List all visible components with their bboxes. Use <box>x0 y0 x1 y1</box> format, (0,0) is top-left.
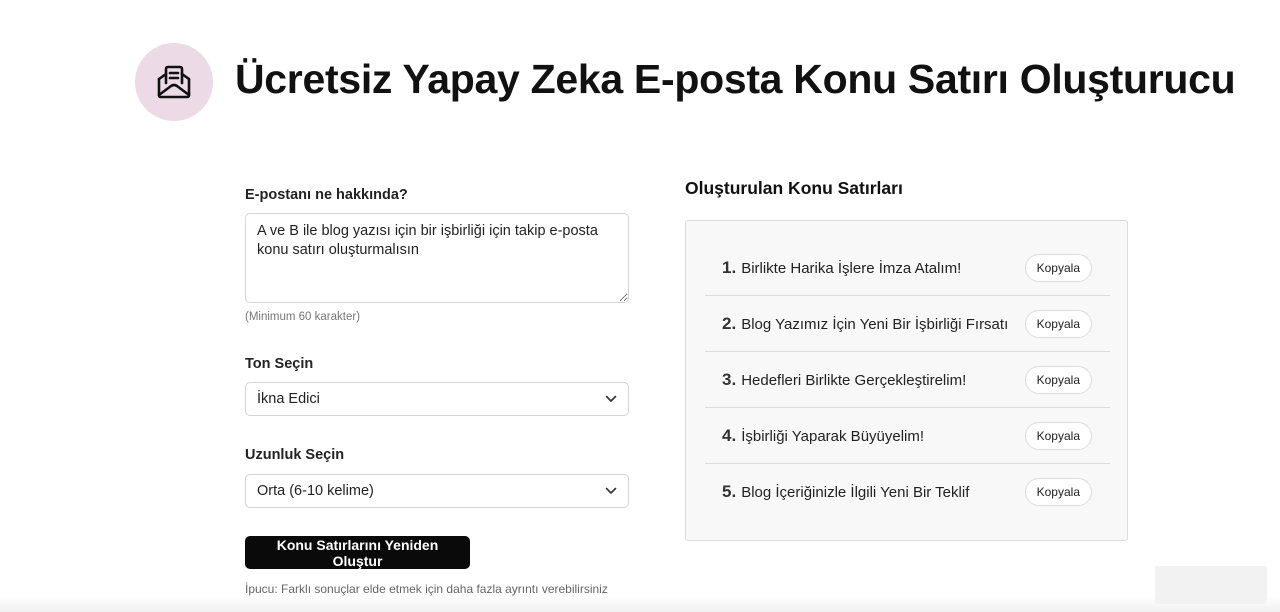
result-subject-line: Hedefleri Birlikte Gerçekleştirelim! <box>741 371 967 389</box>
length-label: Uzunluk Seçin <box>245 447 345 463</box>
results-title: Oluşturulan Konu Satırları <box>685 178 903 198</box>
result-number: 3. <box>722 369 737 389</box>
result-subject-line: Birlikte Harika İşlere İmza Atalım! <box>741 259 962 277</box>
corner-overlay <box>1155 566 1267 604</box>
copy-button[interactable]: Kopyala <box>1024 421 1092 450</box>
result-number: 4. <box>722 425 737 445</box>
result-number: 2. <box>722 313 737 333</box>
bottom-shadow <box>0 596 1280 612</box>
length-select[interactable]: Orta (6-10 kelime) <box>245 474 629 508</box>
page-title: Ücretsiz Yapay Zeka E-posta Konu Satırı … <box>235 56 1236 102</box>
copy-button[interactable]: Kopyala <box>1024 478 1092 506</box>
results-panel: 1. Birlikte Harika İşlere İmza Atalım! K… <box>685 220 1128 541</box>
tone-select[interactable]: İkna Edici <box>245 382 629 416</box>
result-row: 2. Blog Yazımız İçin Yeni Bir İşbirliği … <box>705 296 1110 352</box>
tip-text: İpucu: Farklı sonuçlar elde etmek için d… <box>245 582 608 596</box>
header-icon-badge <box>135 43 213 121</box>
result-row: 1. Birlikte Harika İşlere İmza Atalım! K… <box>705 240 1110 296</box>
result-row: 4. İşbirliği Yaparak Büyüyelim! Kopyala <box>705 408 1110 464</box>
copy-button[interactable]: Kopyala <box>1024 253 1092 282</box>
tone-select-value: İkna Edici <box>257 391 320 407</box>
topic-min-hint: (Minimum 60 karakter) <box>245 311 361 323</box>
copy-button[interactable]: Kopyala <box>1024 309 1092 338</box>
mail-open-icon <box>157 65 191 99</box>
result-number: 5. <box>722 482 737 501</box>
result-row: 5. Blog İçeriğinizle İlgili Yeni Bir Tek… <box>705 464 1110 520</box>
tone-label: Ton Seçin <box>245 356 314 372</box>
length-select-value: Orta (6-10 kelime) <box>257 483 374 499</box>
topic-label: E-postanı ne hakkında? <box>245 187 408 203</box>
result-row: 3. Hedefleri Birlikte Gerçekleştirelim! … <box>705 352 1110 408</box>
chevron-down-icon <box>605 395 617 402</box>
chevron-down-icon <box>605 487 617 494</box>
result-subject-line: Blog İçeriğinizle İlgili Yeni Bir Teklif <box>741 484 970 501</box>
regenerate-button[interactable]: Konu Satırlarını Yeniden Oluştur <box>245 536 470 569</box>
topic-textarea[interactable]: A ve B ile blog yazısı için bir işbirliğ… <box>245 213 629 303</box>
copy-button[interactable]: Kopyala <box>1024 365 1092 394</box>
result-subject-line: İşbirliği Yaparak Büyüyelim! <box>741 427 925 445</box>
result-number: 1. <box>722 257 737 277</box>
result-subject-line: Blog Yazımız İçin Yeni Bir İşbirliği Fır… <box>741 315 1009 333</box>
